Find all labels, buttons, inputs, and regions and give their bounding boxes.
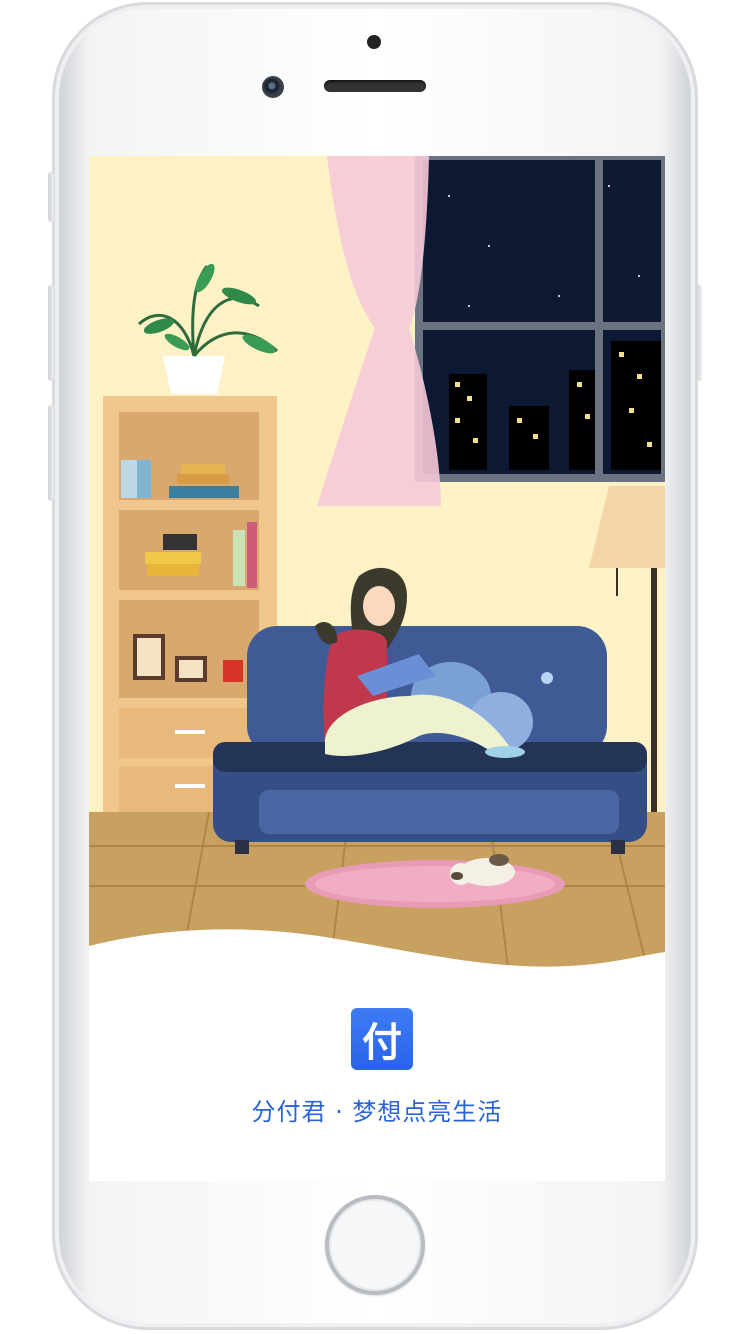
app-slogan: 分付君 · 梦想点亮生活 [251,1098,503,1126]
app-logo: 付 [351,1008,413,1070]
logo-char: 付 [362,1020,402,1066]
splash-screen: 付 分付君 · 梦想点亮生活 [89,156,665,1181]
power-button [696,285,702,381]
earpiece-speaker [324,80,426,92]
volume-down-button [48,405,54,501]
night-window [415,156,665,482]
mute-switch [48,172,54,222]
proximity-sensor [367,35,381,49]
home-button[interactable] [325,1195,425,1295]
illustration [89,156,665,976]
volume-up-button [48,285,54,381]
front-camera [262,76,284,98]
sofa [213,626,647,854]
